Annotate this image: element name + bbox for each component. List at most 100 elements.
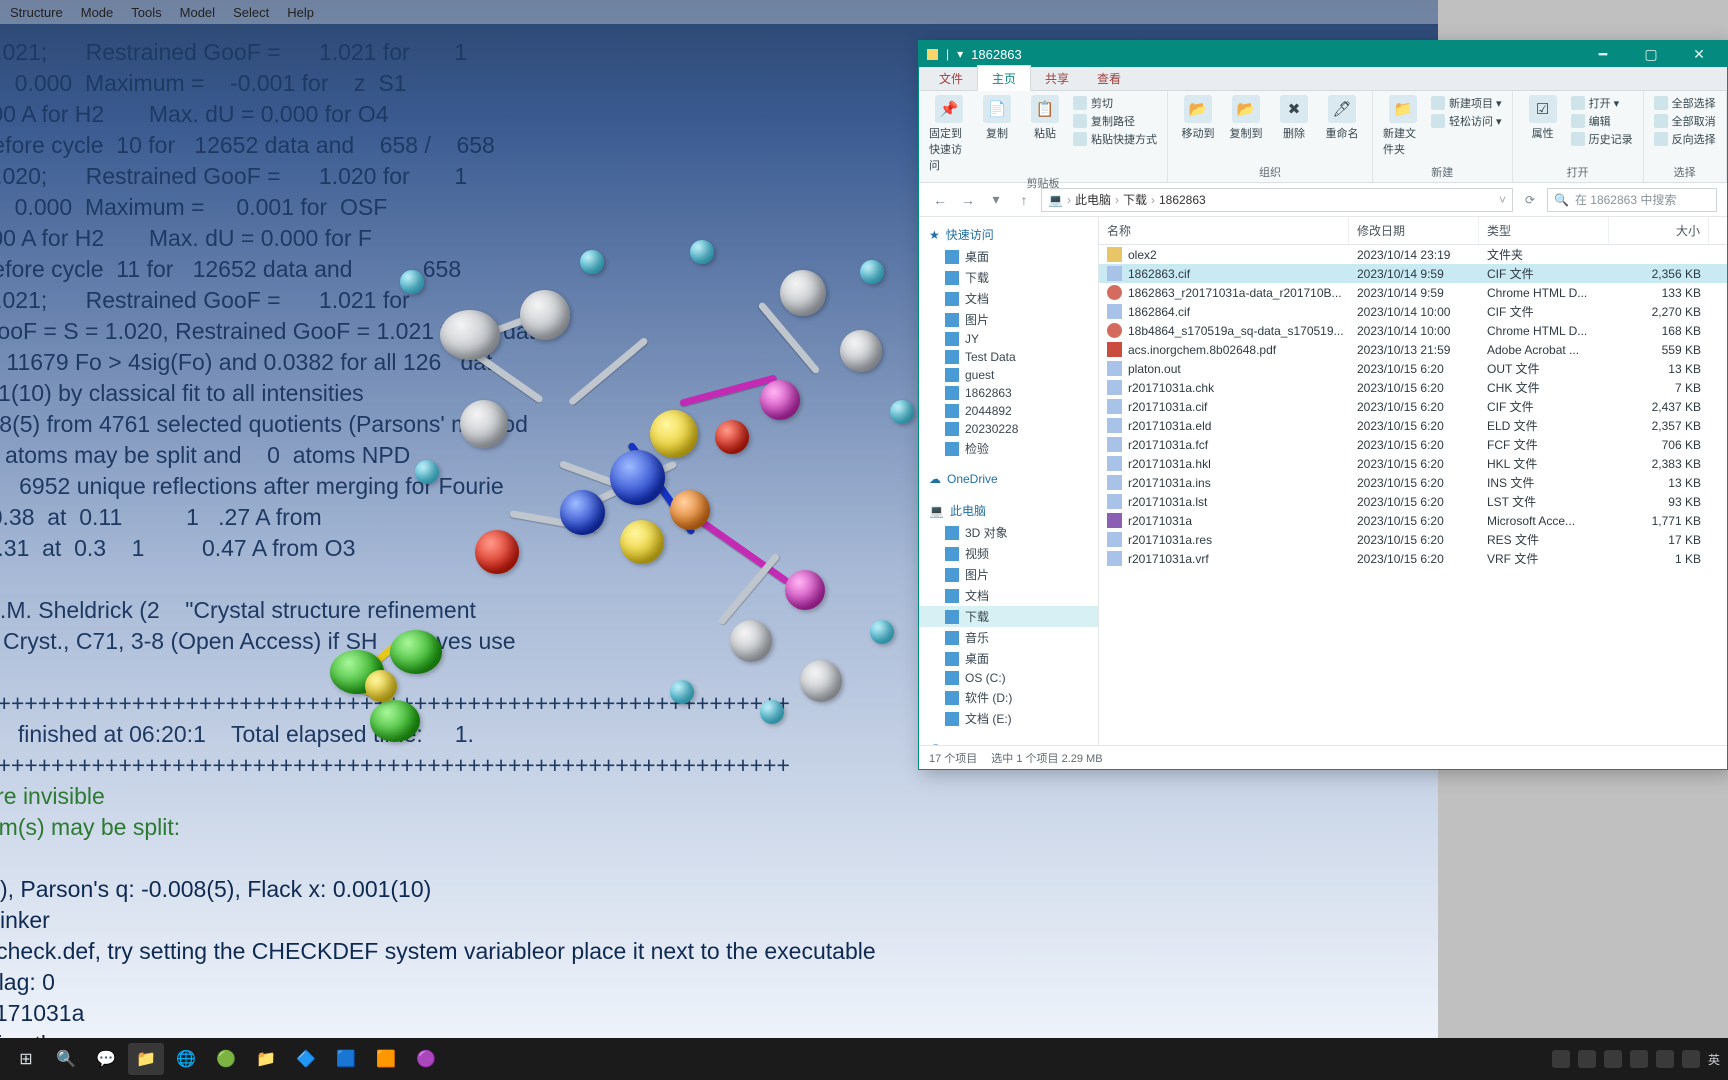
ribbon-mini[interactable]: 历史记录 (1571, 131, 1633, 147)
file-row[interactable]: 18b4864_s170519a_sq-data_s170519...2023/… (1099, 321, 1727, 340)
sidebar-item[interactable]: 下载 (919, 267, 1098, 288)
taskbar-app[interactable]: 📁 (128, 1043, 164, 1075)
file-explorer-window[interactable]: | ▾ 1862863 ━ ▢ ✕ 文件主页共享查看 📌固定到快速访问📄复制📋粘… (918, 40, 1728, 770)
file-row[interactable]: r20171031a.vrf2023/10/15 6:20VRF 文件1 KB (1099, 549, 1727, 568)
taskbar-app[interactable]: 🟦 (328, 1043, 364, 1075)
ribbon-mini[interactable]: 剪切 (1073, 95, 1157, 111)
file-row[interactable]: r20171031a.hkl2023/10/15 6:20HKL 文件2,383… (1099, 454, 1727, 473)
sidebar-item[interactable]: Test Data (919, 348, 1098, 366)
refresh-button[interactable]: ⟳ (1519, 193, 1541, 207)
sidebar-item[interactable]: 1862863 (919, 384, 1098, 402)
ribbon-mini[interactable]: 编辑 (1571, 113, 1633, 129)
file-row[interactable]: r20171031a.ins2023/10/15 6:20INS 文件13 KB (1099, 473, 1727, 492)
menu-select[interactable]: Select (233, 5, 269, 20)
file-row[interactable]: r20171031a2023/10/15 6:20Microsoft Acce.… (1099, 511, 1727, 530)
taskbar-app[interactable]: 🟧 (368, 1043, 404, 1075)
ribbon-btn[interactable]: 🖊重命名 (1322, 95, 1362, 141)
crumb-seg[interactable]: 此电脑 (1075, 191, 1111, 208)
ribbon-mini[interactable]: 轻松访问 ▾ (1431, 113, 1502, 129)
col-size[interactable]: 大小 (1609, 217, 1709, 244)
sidebar-item[interactable]: 视频 (919, 543, 1098, 564)
menu-structure[interactable]: Structure (10, 5, 63, 20)
crumb-seg[interactable]: 1862863 (1159, 193, 1206, 207)
breadcrumb[interactable]: 💻›此电脑›下载›1862863˅ (1041, 188, 1513, 212)
ribbon-btn[interactable]: ☑属性 (1523, 95, 1563, 141)
ribbon-btn[interactable]: ✖删除 (1274, 95, 1314, 141)
tray-icon[interactable] (1656, 1050, 1674, 1068)
ribbon-mini[interactable]: 打开 ▾ (1571, 95, 1633, 111)
file-row[interactable]: 1862864.cif2023/10/14 10:00CIF 文件2,270 K… (1099, 302, 1727, 321)
tab-3[interactable]: 查看 (1083, 66, 1135, 90)
ribbon-mini[interactable]: 复制路径 (1073, 113, 1157, 129)
sidebar-item[interactable]: 音乐 (919, 627, 1098, 648)
sidebar-item[interactable]: 下载 (919, 606, 1098, 627)
ribbon-mini[interactable]: 新建项目 ▾ (1431, 95, 1502, 111)
maximize-button[interactable]: ▢ (1631, 46, 1671, 63)
crumb-seg[interactable]: 下载 (1123, 191, 1147, 208)
file-row[interactable]: r20171031a.eld2023/10/15 6:20ELD 文件2,357… (1099, 416, 1727, 435)
sidebar-item[interactable]: 文档 (919, 288, 1098, 309)
tray-icon[interactable] (1630, 1050, 1648, 1068)
menu-tools[interactable]: Tools (131, 5, 161, 20)
tray-icon[interactable] (1552, 1050, 1570, 1068)
ribbon-btn[interactable]: 📄复制 (977, 95, 1017, 141)
menu-model[interactable]: Model (180, 5, 215, 20)
file-row[interactable]: r20171031a.fcf2023/10/15 6:20FCF 文件706 K… (1099, 435, 1727, 454)
sidebar-item[interactable]: 文档 (E:) (919, 708, 1098, 729)
minimize-button[interactable]: ━ (1583, 46, 1623, 63)
taskbar-app[interactable]: ⊞ (8, 1043, 44, 1075)
sidebar-item[interactable]: 2044892 (919, 402, 1098, 420)
ribbon-mini[interactable]: 全部取消 (1654, 113, 1716, 129)
sidebar-item[interactable]: 20230228 (919, 420, 1098, 438)
ribbon-btn[interactable]: 📁新建文件夹 (1383, 95, 1423, 157)
ribbon-mini[interactable]: 反向选择 (1654, 131, 1716, 147)
system-tray[interactable]: 英 (1552, 1050, 1720, 1068)
file-list-pane[interactable]: 名称 修改日期 类型 大小 olex22023/10/14 23:19文件夹18… (1099, 217, 1727, 745)
sidebar-item[interactable]: 图片 (919, 564, 1098, 585)
ribbon-mini[interactable]: 粘贴快捷方式 (1073, 131, 1157, 147)
sidebar-item[interactable]: 图片 (919, 309, 1098, 330)
taskbar-app[interactable]: 🌐 (168, 1043, 204, 1075)
tab-1[interactable]: 主页 (977, 65, 1031, 91)
sidebar-item[interactable]: guest (919, 366, 1098, 384)
explorer-titlebar[interactable]: | ▾ 1862863 ━ ▢ ✕ (919, 41, 1727, 67)
nav-pane[interactable]: ★快速访问桌面下载文档图片JYTest Dataguest18628632044… (919, 217, 1099, 745)
taskbar-app[interactable]: 🟣 (408, 1043, 444, 1075)
col-date[interactable]: 修改日期 (1349, 217, 1479, 244)
nav-recent-button[interactable]: ▾ (985, 191, 1007, 208)
file-row[interactable]: olex22023/10/14 23:19文件夹 (1099, 245, 1727, 264)
col-name[interactable]: 名称 (1099, 217, 1349, 244)
sidebar-item[interactable]: OS (C:) (919, 669, 1098, 687)
file-row[interactable]: platon.out2023/10/15 6:20OUT 文件13 KB (1099, 359, 1727, 378)
close-button[interactable]: ✕ (1679, 46, 1719, 63)
file-row[interactable]: 1862863.cif2023/10/14 9:59CIF 文件2,356 KB (1099, 264, 1727, 283)
taskbar-app[interactable]: 📁 (248, 1043, 284, 1075)
molecule-3d-view[interactable] (260, 200, 900, 720)
file-row[interactable]: r20171031a.chk2023/10/15 6:20CHK 文件7 KB (1099, 378, 1727, 397)
sidebar-item[interactable]: 软件 (D:) (919, 687, 1098, 708)
file-row[interactable]: 1862863_r20171031a-data_r201710B...2023/… (1099, 283, 1727, 302)
sidebar-item[interactable]: 桌面 (919, 246, 1098, 267)
ribbon-btn[interactable]: 📂移动到 (1178, 95, 1218, 141)
tab-0[interactable]: 文件 (925, 66, 977, 90)
tray-icon[interactable] (1682, 1050, 1700, 1068)
quick-access-header[interactable]: ★快速访问 (919, 223, 1098, 246)
nav-forward-button[interactable]: → (957, 192, 979, 208)
sidebar-item[interactable]: 检验 (919, 438, 1098, 459)
onedrive-header[interactable]: ☁OneDrive (919, 469, 1098, 489)
crumb-drop-icon[interactable]: ˅ (1499, 193, 1506, 207)
sidebar-item[interactable]: 文档 (919, 585, 1098, 606)
sidebar-item[interactable]: JY (919, 330, 1098, 348)
taskbar-app[interactable]: 🔷 (288, 1043, 324, 1075)
thispc-header[interactable]: 💻此电脑 (919, 499, 1098, 522)
ribbon-btn[interactable]: 📋粘贴 (1025, 95, 1065, 141)
taskbar-app[interactable]: 🔍 (48, 1043, 84, 1075)
tab-2[interactable]: 共享 (1031, 66, 1083, 90)
sidebar-item[interactable]: 3D 对象 (919, 522, 1098, 543)
taskbar-app[interactable]: 🟢 (208, 1043, 244, 1075)
tray-icon[interactable] (1578, 1050, 1596, 1068)
search-input[interactable]: 🔍 在 1862863 中搜索 (1547, 188, 1717, 212)
ribbon-mini[interactable]: 全部选择 (1654, 95, 1716, 111)
file-row[interactable]: acs.inorgchem.8b02648.pdf2023/10/13 21:5… (1099, 340, 1727, 359)
windows-taskbar[interactable]: ⊞🔍💬📁🌐🟢📁🔷🟦🟧🟣 英 (0, 1038, 1728, 1080)
